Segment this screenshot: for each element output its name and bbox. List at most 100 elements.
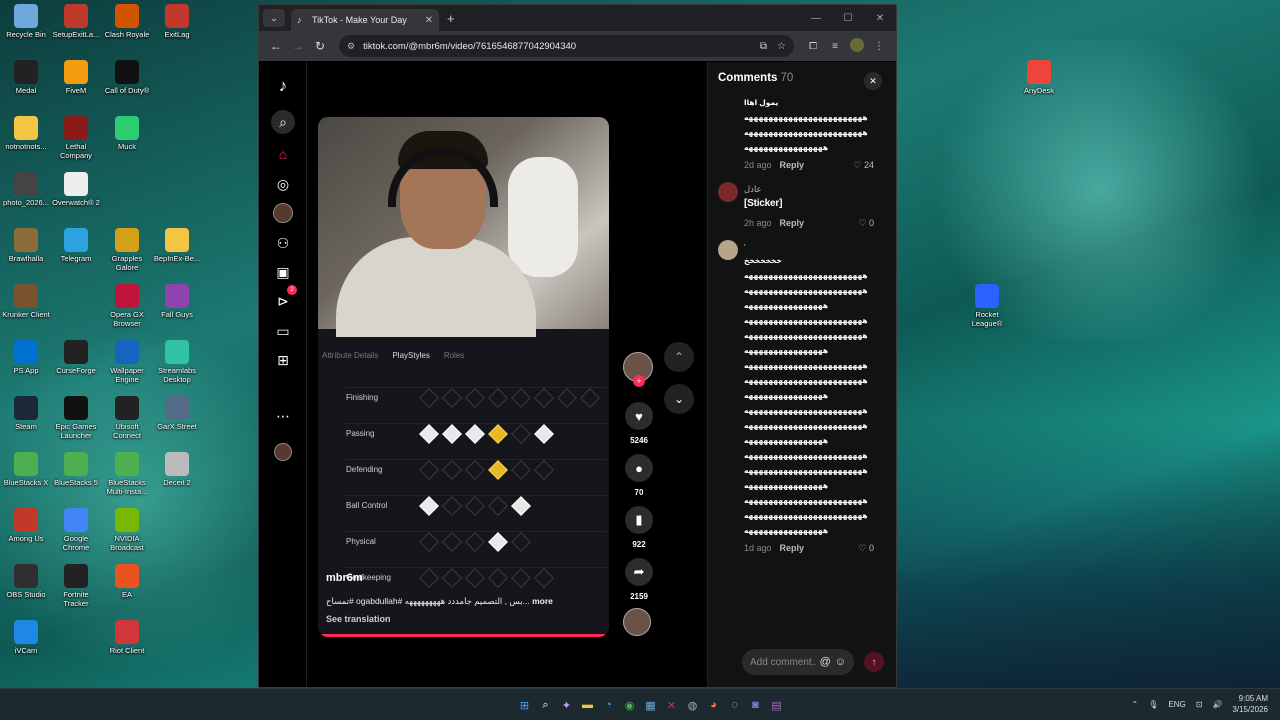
desktop-icon[interactable]: BlueStacks Multi-Insta... xyxy=(101,452,153,496)
desktop-icon[interactable]: CurseForge xyxy=(50,340,102,375)
comment-like-button[interactable]: ♡ 0 xyxy=(858,218,874,229)
desktop-icon[interactable]: Streamlabs Desktop xyxy=(151,340,203,384)
desktop-icon[interactable]: Grapples Galore xyxy=(101,228,153,272)
desktop-icon[interactable]: BepInEx-Be... xyxy=(151,228,203,263)
address-bar[interactable]: ⚙ tiktok.com/@mbr6m/video/76165468770429… xyxy=(339,35,794,57)
reload-button[interactable]: ↻ xyxy=(309,39,331,53)
exitlag-icon[interactable]: ✕ xyxy=(661,697,682,713)
desktop-icon[interactable]: SetupExitLa... xyxy=(50,4,102,39)
desktop-icon[interactable]: GarX Street xyxy=(151,396,203,431)
home-icon[interactable]: ⌂ xyxy=(271,142,295,166)
desktop-icon[interactable]: Muck xyxy=(101,116,153,151)
friends-icon[interactable]: ⚇ xyxy=(271,231,295,255)
desktop-icon[interactable]: Wallpaper Engine xyxy=(101,340,153,384)
explore-icon[interactable]: ◎ xyxy=(271,172,295,196)
video-author[interactable]: mbr6m xyxy=(326,572,363,584)
close-window-button[interactable]: ✕ xyxy=(864,5,896,31)
desktop-icon[interactable]: EA xyxy=(101,564,153,599)
desktop-icon[interactable]: Deceit 2 xyxy=(151,452,203,487)
desktop-icon[interactable]: BlueStacks 5 xyxy=(50,452,102,487)
desktop-icon[interactable]: FiveM xyxy=(50,60,102,95)
copilot-icon[interactable]: ✦ xyxy=(556,697,577,713)
search-icon[interactable]: ⌕ xyxy=(271,110,295,134)
messages-icon[interactable]: ⊳ 2 xyxy=(271,285,297,313)
install-app-icon[interactable]: ⧉ xyxy=(760,41,767,52)
like-heart-icon[interactable]: ♥ xyxy=(625,402,653,430)
desktop-icon[interactable]: photo_2026... xyxy=(0,172,52,207)
desktop-icon[interactable]: Clash Royale xyxy=(101,4,153,39)
commenter-avatar[interactable] xyxy=(718,182,738,202)
comment-like-button[interactable]: ♡ 0 xyxy=(858,543,874,554)
desktop-icon[interactable]: Telegram xyxy=(50,228,102,263)
profile-avatar[interactable] xyxy=(271,440,295,464)
desktop-icon[interactable]: notnotnots... xyxy=(0,116,52,151)
desktop-icon[interactable]: Google Chrome xyxy=(50,508,102,552)
video-progress-bar[interactable] xyxy=(322,634,605,637)
search-icon[interactable]: ⌕ xyxy=(535,697,556,713)
tiktok-logo-icon[interactable]: ♪ xyxy=(271,74,295,98)
tab-close-icon[interactable]: ✕ xyxy=(425,15,433,26)
commenter-name[interactable]: ' xyxy=(744,242,746,252)
desktop-icon[interactable]: Medal xyxy=(0,60,52,95)
microphone-icon[interactable]: 🎙 xyxy=(1148,700,1158,709)
desktop-icon[interactable]: Ubisoft Connect xyxy=(101,396,153,440)
menu-kebab-icon[interactable]: ⋮ xyxy=(868,41,890,52)
desktop-icon[interactable]: Opera GX Browser xyxy=(101,284,153,328)
reply-button[interactable]: Reply xyxy=(780,543,805,553)
desktop-icon[interactable]: Epic Games Launcher xyxy=(50,396,102,440)
desktop-icon[interactable]: Fortnite Tracker xyxy=(50,564,102,608)
back-button[interactable]: ← xyxy=(265,39,287,53)
tray-chevron-icon[interactable]: ⌃ xyxy=(1132,700,1139,709)
extensions-icon[interactable]: ⧠ xyxy=(802,41,824,52)
desktop-icon[interactable]: iVCam xyxy=(0,620,52,655)
share-arrow-icon[interactable]: ➦ xyxy=(625,558,653,586)
desktop-icon[interactable]: PS App xyxy=(0,340,52,375)
file-explorer-icon[interactable]: ▬ xyxy=(577,697,598,713)
desktop-icon[interactable]: Lethal Company xyxy=(50,116,102,160)
previous-video-up-icon[interactable]: ⌃ xyxy=(664,342,694,372)
reply-button[interactable]: Reply xyxy=(780,218,805,228)
desktop-icon[interactable]: ExitLag xyxy=(151,4,203,39)
see-translation-button[interactable]: See translation xyxy=(326,614,391,624)
desktop-icon[interactable]: Brawlhalla xyxy=(0,228,52,263)
bookmark-star-icon[interactable]: ☆ xyxy=(777,41,786,52)
following-avatar[interactable] xyxy=(271,201,295,225)
live-icon[interactable]: ▣ xyxy=(271,260,295,284)
desktop-icon[interactable]: Among Us xyxy=(0,508,52,543)
media-controls-icon[interactable]: ≡ xyxy=(824,41,846,52)
desktop-icon[interactable]: Riot Client xyxy=(101,620,153,655)
start-windows-icon[interactable]: ⊞ xyxy=(514,697,535,713)
comment-like-button[interactable]: ♡ 24 xyxy=(853,160,874,171)
new-tab-button[interactable]: + xyxy=(447,11,455,26)
discord-icon[interactable]: ◙ xyxy=(745,697,766,713)
mention-at-icon[interactable]: @ xyxy=(820,656,831,668)
desktop-icon[interactable]: Call of Duty® xyxy=(101,60,153,95)
comment-bubble-icon[interactable]: ● xyxy=(625,454,653,482)
video-player[interactable]: Attribute Details PlayStyles Roles Finishi… xyxy=(318,117,609,637)
ubisoft-icon[interactable]: ◌ xyxy=(724,697,745,713)
bookmark-icon[interactable]: ▮ xyxy=(625,506,653,534)
firefox-icon[interactable]: ◕ xyxy=(703,697,724,713)
chrome-icon[interactable]: ◉ xyxy=(619,697,640,713)
desktop-icon[interactable]: Overwatch® 2 xyxy=(50,172,102,207)
desktop-icon[interactable]: BlueStacks X xyxy=(0,452,52,487)
close-comments-icon[interactable]: ✕ xyxy=(864,72,882,90)
upload-icon[interactable]: ⊞ xyxy=(271,348,295,372)
edge-icon[interactable]: ◔ xyxy=(598,697,619,713)
comment-input[interactable]: Add comment... @ ☺ xyxy=(742,649,854,675)
reply-button[interactable]: Reply xyxy=(780,160,805,170)
desktop-icon[interactable]: Krunker Client xyxy=(0,284,52,319)
network-icon[interactable]: ⊡ xyxy=(1196,700,1203,709)
maximize-button[interactable]: ☐ xyxy=(832,5,864,31)
language-indicator[interactable]: ENG xyxy=(1168,700,1185,709)
next-video-down-icon[interactable]: ⌄ xyxy=(664,384,694,414)
steam-icon[interactable]: ◍ xyxy=(682,697,703,713)
music-disc-avatar[interactable] xyxy=(623,608,651,636)
desktop-icon[interactable]: Steam xyxy=(0,396,52,431)
emoji-icon[interactable]: ☺ xyxy=(835,656,846,668)
store-icon[interactable]: ▦ xyxy=(640,697,661,713)
inbox-icon[interactable]: ▭ xyxy=(271,319,295,343)
profile-avatar[interactable] xyxy=(846,37,868,55)
clock[interactable]: 9:05 AM 3/15/2026 xyxy=(1232,693,1268,715)
desktop-icon[interactable]: AnyDesk xyxy=(1013,60,1065,95)
